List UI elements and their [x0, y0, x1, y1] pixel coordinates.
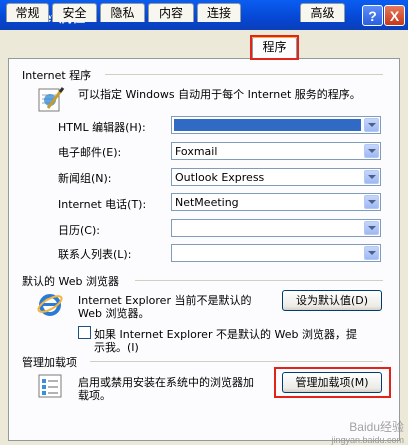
chevron-down-icon[interactable]: [364, 221, 379, 235]
group-divider: [105, 74, 383, 75]
tab-content[interactable]: 内容: [148, 3, 194, 22]
calendar-select[interactable]: [171, 219, 381, 237]
contacts-label: 联系人列表(L):: [58, 248, 132, 261]
chevron-down-icon[interactable]: [364, 118, 379, 132]
newsgroup-select[interactable]: Outlook Express: [171, 168, 381, 186]
internet-explorer-icon: [37, 294, 63, 316]
group-divider: [90, 361, 383, 362]
watermark-url: jingyan.baidu.com: [331, 435, 404, 445]
programs-description: 可以指定 Windows 自动用于每个 Internet 服务的程序。: [78, 88, 361, 101]
internet-call-label: Internet 电话(T):: [58, 198, 147, 211]
newsgroup-label: 新闻组(N):: [58, 172, 112, 185]
chevron-down-icon[interactable]: [364, 195, 379, 209]
browser-status-line2: Web 浏览器。: [78, 307, 150, 320]
html-editor-select[interactable]: [171, 116, 381, 134]
internet-call-value: NetMeeting: [175, 196, 239, 209]
internet-call-select[interactable]: NetMeeting: [171, 193, 381, 211]
selection-fill: [174, 119, 361, 131]
programs-group-title: Internet 程序: [22, 67, 92, 83]
addons-group-title: 管理加载项: [22, 354, 77, 370]
close-button[interactable]: X: [384, 5, 405, 26]
email-select[interactable]: Foxmail: [171, 142, 381, 160]
prompt-default-checkbox[interactable]: [78, 326, 91, 339]
html-editor-label: HTML 编辑器(H):: [58, 121, 146, 134]
chevron-down-icon[interactable]: [364, 170, 379, 184]
programs-icon: [38, 87, 65, 112]
tab-security[interactable]: 安全: [52, 3, 97, 22]
tab-privacy[interactable]: 隐私: [100, 3, 145, 22]
set-default-button[interactable]: 设为默认值(D): [282, 290, 382, 311]
contacts-select[interactable]: [171, 244, 381, 262]
tab-programs-highlight: [250, 35, 299, 60]
addons-description-line2: 载项。: [78, 389, 111, 402]
newsgroup-value: Outlook Express: [175, 171, 265, 184]
tab-general[interactable]: 常规: [6, 3, 49, 22]
group-divider: [135, 280, 383, 281]
watermark-logo: Baidu经验: [349, 420, 404, 434]
browser-group-title: 默认的 Web 浏览器: [22, 273, 119, 289]
addons-icon: [38, 374, 62, 398]
manage-addons-highlight: [274, 367, 391, 398]
tab-connections[interactable]: 连接: [197, 3, 241, 22]
email-value: Foxmail: [175, 145, 218, 158]
help-button[interactable]: ?: [362, 5, 383, 26]
tab-advanced[interactable]: 高级: [300, 3, 345, 22]
prompt-default-label-line2: 示我。(I): [94, 341, 139, 354]
calendar-label: 日历(C):: [58, 224, 100, 237]
chevron-down-icon[interactable]: [364, 144, 379, 158]
email-label: 电子邮件(E):: [58, 146, 122, 159]
chevron-down-icon[interactable]: [364, 246, 379, 260]
